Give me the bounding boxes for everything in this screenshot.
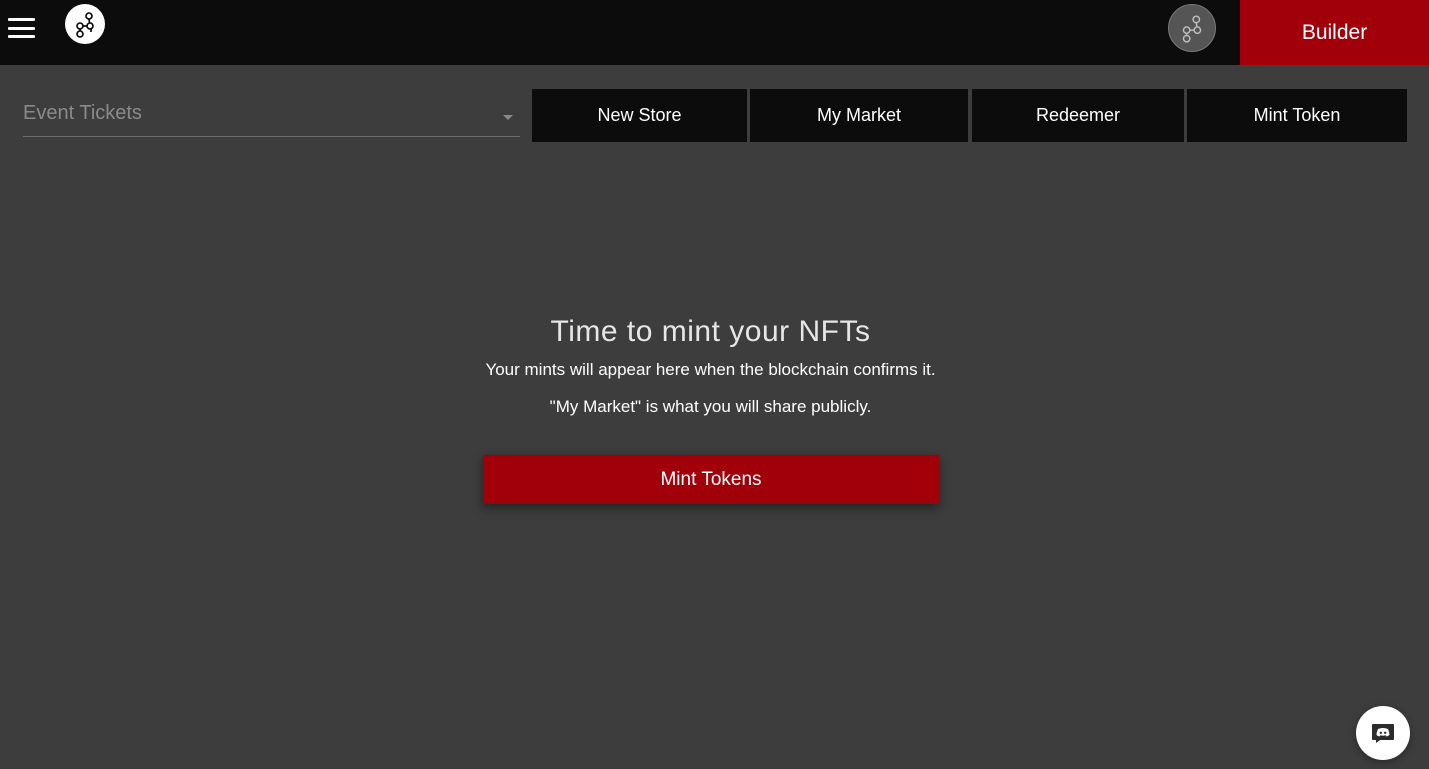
logo-graph-icon [76,12,94,38]
menu-line [8,26,35,30]
builder-button[interactable]: Builder [1240,0,1429,65]
discord-glyph-icon [1372,724,1394,743]
empty-state-message: Your mints will appear here when the blo… [485,360,936,379]
caret-down-icon [503,115,513,120]
top-bar: Builder [0,0,1429,65]
empty-state: Time to mint your NFTs Your mints will a… [0,310,1421,418]
store-select-value: Event Tickets [23,102,142,124]
empty-state-hint: "My Market" is what you will share publi… [549,397,872,416]
menu-line [8,35,35,38]
menu-line [8,18,35,21]
hamburger-menu-icon[interactable] [8,16,36,40]
my-market-button[interactable]: My Market [750,89,968,142]
network-nodes-avatar-icon[interactable] [1168,4,1216,52]
avatar-graph-icon [1182,15,1202,43]
new-store-button[interactable]: New Store [532,89,747,142]
mint-tokens-button[interactable]: Mint Tokens [483,455,939,504]
empty-state-title: Time to mint your NFTs [550,315,871,348]
discord-icon[interactable] [1356,706,1410,760]
mint-token-button[interactable]: Mint Token [1187,89,1407,142]
store-select[interactable]: Event Tickets [23,96,520,137]
redeemer-button[interactable]: Redeemer [972,89,1184,142]
network-nodes-logo-icon[interactable] [65,4,105,44]
